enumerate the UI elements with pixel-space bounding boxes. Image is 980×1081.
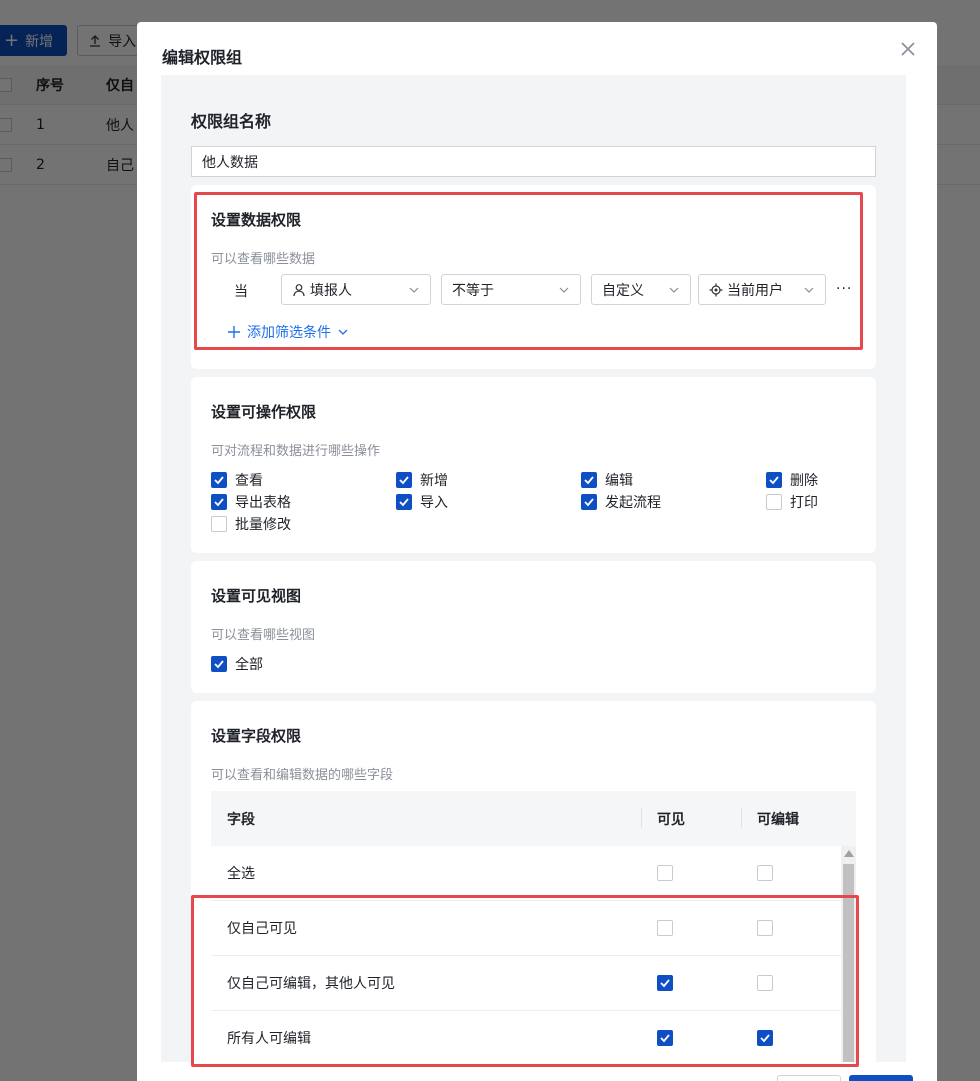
check-icon — [760, 1034, 770, 1043]
close-icon[interactable] — [899, 40, 917, 58]
checkbox-box[interactable] — [581, 472, 597, 488]
checkbox-box[interactable] — [211, 656, 227, 672]
checkbox-export[interactable]: 导出表格 — [211, 492, 291, 512]
value-select[interactable]: 当前用户 — [698, 274, 826, 305]
checkbox-start-process[interactable]: 发起流程 — [581, 492, 661, 512]
checkbox-box[interactable] — [766, 494, 782, 510]
user-icon — [293, 283, 305, 296]
condition-prefix: 当 — [234, 284, 248, 300]
field-permission-card: 设置字段权限 可以查看和编辑数据的哪些字段 字段 可见 可编辑 全选 仅自己可见 — [191, 701, 876, 1062]
checkbox-edit[interactable]: 编辑 — [581, 470, 633, 490]
add-filter-button[interactable]: 添加筛选条件 — [227, 322, 349, 342]
visible-checkbox[interactable] — [657, 920, 673, 936]
edit-permission-group-dialog: 编辑权限组 权限组名称 设置数据权限 可以查看哪些数据 当 填报人 不等于 自定… — [137, 22, 937, 1081]
view-permission-title: 设置可见视图 — [211, 587, 302, 605]
checkbox-box[interactable] — [211, 494, 227, 510]
more-options-icon[interactable]: ··· — [836, 281, 852, 297]
table-header: 字段 可见 可编辑 — [211, 791, 856, 846]
view-permission-subtitle: 可以查看哪些视图 — [211, 628, 316, 643]
check-icon — [399, 476, 409, 485]
checkbox-box[interactable] — [211, 516, 227, 532]
scroll-up-arrow-icon[interactable] — [844, 850, 854, 857]
cancel-button[interactable] — [777, 1075, 841, 1081]
chevron-down-icon — [559, 287, 569, 293]
chevron-down-icon — [804, 287, 814, 293]
column-divider — [741, 808, 742, 828]
visible-checkbox[interactable] — [657, 1030, 673, 1046]
scrollbar-thumb[interactable] — [843, 864, 854, 1062]
check-icon — [584, 498, 594, 507]
checkbox-box[interactable] — [581, 494, 597, 510]
editable-checkbox[interactable] — [757, 975, 773, 991]
plus-icon — [228, 326, 240, 338]
check-icon — [660, 1034, 670, 1043]
check-icon — [660, 979, 670, 988]
field-permission-title: 设置字段权限 — [211, 727, 302, 745]
checkbox-all-views[interactable]: 全部 — [211, 654, 263, 674]
editable-checkbox[interactable] — [757, 865, 773, 881]
chevron-down-icon — [669, 287, 679, 293]
group-name-input[interactable] — [191, 146, 876, 177]
checkbox-box[interactable] — [396, 472, 412, 488]
table-row: 仅自己可见 — [211, 901, 856, 956]
field-permission-table: 字段 可见 可编辑 全选 仅自己可见 仅自己可编辑，其他人可见 所有人可编辑 — [211, 791, 856, 1062]
check-icon — [214, 498, 224, 507]
table-scrollbar[interactable] — [841, 846, 856, 1062]
checkbox-box[interactable] — [211, 472, 227, 488]
dialog-title: 编辑权限组 — [162, 48, 243, 67]
check-icon — [769, 476, 779, 485]
check-icon — [214, 660, 224, 669]
check-icon — [584, 476, 594, 485]
confirm-button[interactable] — [849, 1075, 913, 1081]
checkbox-import[interactable]: 导入 — [396, 492, 448, 512]
checkbox-view[interactable]: 查看 — [211, 470, 263, 490]
value-type-select[interactable]: 自定义 — [591, 274, 691, 305]
operator-select[interactable]: 不等于 — [441, 274, 581, 305]
editable-checkbox[interactable] — [757, 1030, 773, 1046]
operation-permission-title: 设置可操作权限 — [211, 403, 317, 421]
editable-checkbox[interactable] — [757, 920, 773, 936]
data-permission-subtitle: 可以查看哪些数据 — [211, 252, 316, 267]
chevron-down-icon — [338, 329, 348, 335]
field-permission-subtitle: 可以查看和编辑数据的哪些字段 — [211, 768, 394, 783]
dialog-body: 权限组名称 设置数据权限 可以查看哪些数据 当 填报人 不等于 自定义 当前用 — [161, 75, 906, 1062]
check-icon — [399, 498, 409, 507]
table-row: 所有人可编辑 — [211, 1011, 856, 1062]
field-select[interactable]: 填报人 — [281, 274, 431, 305]
locate-icon — [709, 283, 723, 296]
visible-checkbox[interactable] — [657, 975, 673, 991]
checkbox-delete[interactable]: 删除 — [766, 470, 818, 490]
checkbox-batch-edit[interactable]: 批量修改 — [211, 514, 291, 534]
checkbox-add[interactable]: 新增 — [396, 470, 448, 490]
operation-permission-subtitle: 可对流程和数据进行哪些操作 — [211, 444, 381, 459]
table-row: 全选 — [211, 846, 856, 901]
operation-permission-card: 设置可操作权限 可对流程和数据进行哪些操作 查看 新增 编辑 删除 导出表格 导… — [191, 377, 876, 553]
chevron-down-icon — [409, 287, 419, 293]
data-permission-title: 设置数据权限 — [211, 211, 302, 229]
column-divider — [641, 808, 642, 828]
checkbox-box[interactable] — [766, 472, 782, 488]
checkbox-box[interactable] — [396, 494, 412, 510]
data-permission-card: 设置数据权限 可以查看哪些数据 当 填报人 不等于 自定义 当前用户 ··· 添… — [191, 185, 876, 369]
table-row: 仅自己可编辑，其他人可见 — [211, 956, 856, 1011]
view-permission-card: 设置可见视图 可以查看哪些视图 全部 — [191, 561, 876, 693]
group-name-label: 权限组名称 — [191, 112, 272, 131]
check-icon — [214, 476, 224, 485]
visible-checkbox[interactable] — [657, 865, 673, 881]
checkbox-print[interactable]: 打印 — [766, 492, 818, 512]
